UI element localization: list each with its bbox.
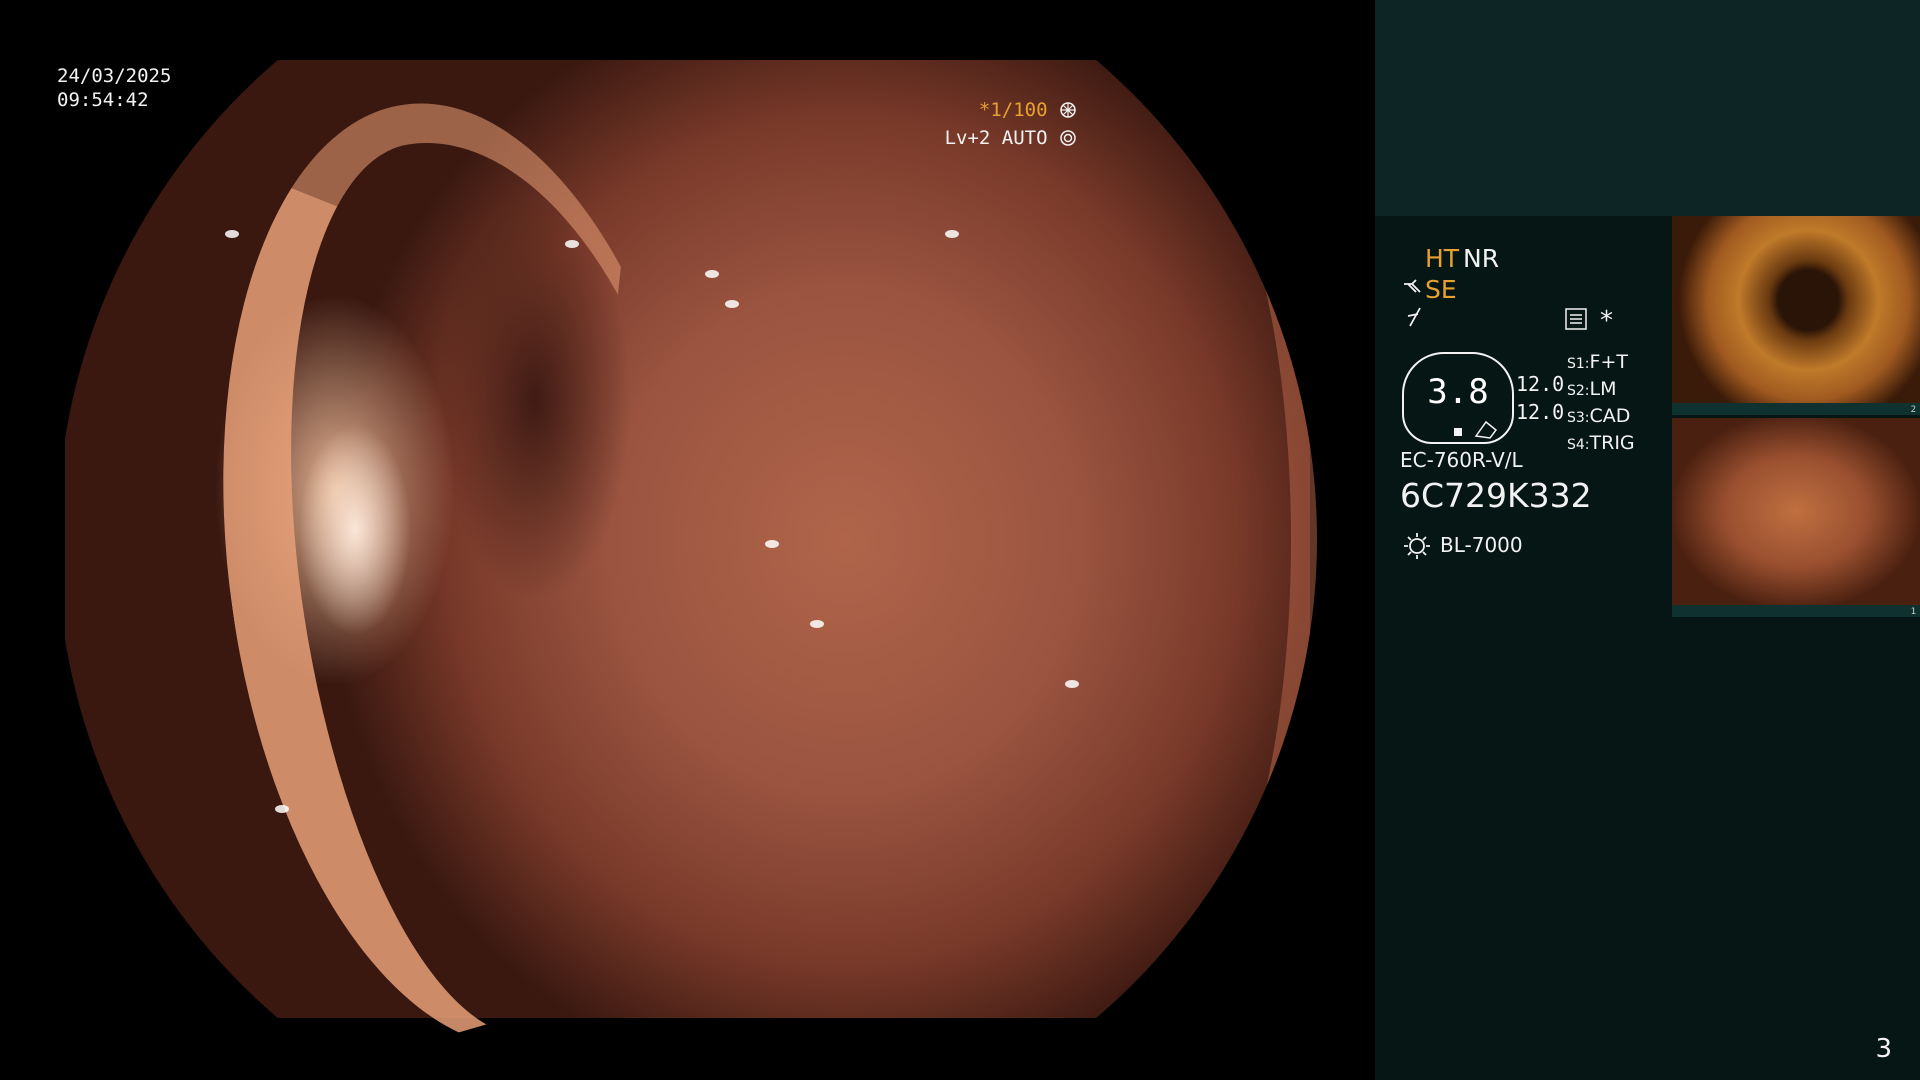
- thumbnail-bar: 2: [1672, 403, 1920, 415]
- scope-serial: 6C729K332: [1400, 476, 1592, 515]
- specular-highlight: [945, 230, 959, 238]
- thumbnail-capture-2[interactable]: 2: [1672, 216, 1920, 415]
- shutter-text: *1/100: [978, 99, 1048, 121]
- filter-icon: [1407, 307, 1421, 327]
- specular-highlight: [1065, 680, 1079, 688]
- shutter-readout: *1/100: [979, 99, 1077, 121]
- scope-model: EC-760R-V/L: [1400, 448, 1523, 472]
- time-text: 09:54:42: [57, 89, 149, 111]
- switch-row: S2:LM: [1567, 378, 1617, 400]
- thumbnail-image: [1672, 418, 1920, 605]
- light-source-label: BL-7000: [1440, 533, 1523, 557]
- thumbnail-capture-1[interactable]: 1: [1672, 418, 1920, 617]
- specular-highlight: [225, 230, 239, 238]
- lumen-rim: [965, 100, 1317, 980]
- thumbnail-image: [1672, 216, 1920, 403]
- light-source-icon: [1404, 533, 1430, 559]
- thumbnail-number: 1: [1910, 607, 1916, 617]
- iris-icon: [1060, 130, 1076, 146]
- enhance-nr-label: NR: [1463, 244, 1500, 273]
- specular-highlight: [725, 300, 739, 308]
- switch-row: S3:CAD: [1567, 405, 1631, 427]
- specular-highlight: [705, 270, 719, 278]
- switch-row: S1:F+T: [1567, 351, 1628, 373]
- level-readout: Lv+2 AUTO: [945, 127, 1077, 149]
- enhance-se-label: SE: [1425, 275, 1457, 304]
- endoscope-image: [65, 60, 1317, 1079]
- specular-highlight: [810, 620, 824, 628]
- specular-highlight: [275, 805, 289, 813]
- enhance-ht-label: HT: [1425, 244, 1460, 273]
- asterisk-indicator: *: [1600, 306, 1613, 336]
- settings-list-icon: [1565, 308, 1587, 330]
- readout-1: 12.0: [1516, 372, 1565, 396]
- mucosal-fold: [166, 71, 774, 1079]
- readout-2: 12.0: [1516, 400, 1565, 424]
- zoom-gauge: 3.8: [1402, 352, 1514, 444]
- date-text: 24/03/2025: [57, 65, 172, 87]
- thumbnail-number: 2: [1910, 405, 1916, 415]
- thumbnail-bar: 1: [1672, 605, 1920, 617]
- specular-highlight: [765, 540, 779, 548]
- gauge-value: 3.8: [1427, 372, 1489, 412]
- info-panel-header: [1375, 0, 1920, 216]
- page-number: 3: [1875, 1034, 1892, 1064]
- timestamp: 24/03/2025 09:54:42: [57, 64, 171, 112]
- specular-highlight: [565, 240, 579, 248]
- switch-row: S4:TRIG: [1567, 432, 1635, 454]
- endoscope-view: 24/03/2025 09:54:42 *1/100 Lv+2 AUTO: [0, 0, 1375, 1080]
- switch-assignments: S1:F+T S2:LM S3:CAD S4:TRIG: [1567, 350, 1635, 458]
- level-text: Lv+2 AUTO: [944, 127, 1048, 149]
- tip-angle-icon: [1454, 420, 1498, 439]
- aperture-icon: [1060, 102, 1076, 118]
- structure-enhance-icon: [1404, 279, 1421, 293]
